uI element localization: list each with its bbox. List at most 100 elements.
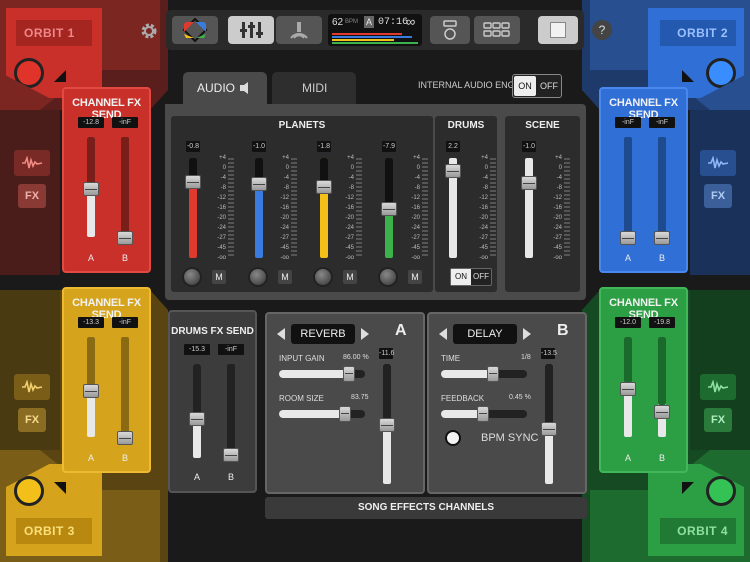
effect-a-p2-knob[interactable] [339, 406, 351, 422]
effect-a-p2-slider[interactable] [279, 406, 365, 422]
orbit-4-toggle[interactable] [706, 476, 736, 506]
orbit-3-toggle[interactable] [14, 476, 44, 506]
orbit-view-button[interactable] [276, 16, 322, 44]
effect-a-prev-icon[interactable] [277, 328, 285, 340]
orbit-4-fx-button[interactable]: FX [704, 408, 732, 432]
effect-b-prev-icon[interactable] [439, 328, 447, 340]
orbit-2-fx-button[interactable]: FX [704, 184, 732, 208]
orbit-4-waveform-button[interactable] [700, 374, 736, 400]
effect-a-p1-slider[interactable] [279, 366, 365, 382]
drums-send-a-fader-upper [193, 364, 201, 416]
scale-tick: -oo [553, 255, 562, 261]
tab-audio[interactable]: AUDIO [183, 72, 267, 104]
planet-2-pan-knob[interactable] [248, 267, 268, 287]
scale-tick: -8 [556, 185, 562, 191]
drums-send-a-label: A [193, 472, 200, 482]
drums-off-option[interactable]: OFF [471, 269, 491, 285]
orbit-4-label: ORBIT 4 [660, 518, 736, 544]
scene-fader[interactable] [525, 158, 533, 258]
scale-tick: -16 [345, 205, 354, 211]
effect-b-p1-slider[interactable] [441, 366, 527, 382]
send-b-fader-knob[interactable] [654, 231, 670, 245]
effect-b-fader-knob[interactable] [541, 422, 557, 436]
mixer-view-button[interactable] [228, 16, 274, 44]
planet-2-mute-button[interactable]: M [278, 270, 292, 284]
planet-2-fader-knob[interactable] [251, 177, 267, 191]
send-a-fader-upper [87, 337, 95, 387]
orbit-3-fx-button[interactable]: FX [18, 408, 46, 432]
send-b-fader[interactable] [121, 137, 129, 237]
effect-b-next-icon[interactable] [523, 328, 531, 340]
orbit-1-waveform-button[interactable] [14, 150, 50, 176]
drums-send-b-fader[interactable] [227, 364, 235, 458]
effect-b-p2-slider[interactable] [441, 406, 527, 422]
send-b-fader-knob[interactable] [117, 431, 133, 445]
effect-a-next-icon[interactable] [361, 328, 369, 340]
send-b-value: -inF [112, 317, 138, 328]
pattern-button[interactable] [430, 16, 470, 44]
planet-3-mute-button[interactable]: M [343, 270, 357, 284]
engine-toggle[interactable]: ON OFF [512, 74, 562, 98]
drums-on-option[interactable]: ON [451, 269, 471, 285]
send-a-fader-knob[interactable] [620, 382, 636, 396]
send-a-fader-knob[interactable] [83, 384, 99, 398]
orbit-1-label: ORBIT 1 [16, 20, 92, 46]
bpm-sync-radio[interactable] [445, 430, 461, 446]
scale-tick: 0 [285, 165, 289, 171]
scale-tick: -24 [345, 225, 354, 231]
logo-button[interactable] [172, 16, 218, 44]
send-a-fader[interactable] [624, 137, 632, 237]
stop-button[interactable] [538, 16, 578, 44]
scene-fader-knob[interactable] [521, 176, 537, 190]
orbit-3-waveform-button[interactable] [14, 374, 50, 400]
orbit-icon [290, 22, 308, 39]
scale-tick: 0 [484, 165, 488, 171]
effect-a-fader-knob[interactable] [379, 418, 395, 432]
engine-off-option[interactable]: OFF [538, 76, 560, 96]
effect-a-letter: A [395, 322, 407, 339]
planet-3-pan-knob[interactable] [313, 267, 333, 287]
channel-fx-send-red: CHANNEL FX SEND -12.8 -inF A B [62, 87, 151, 273]
effect-b-name[interactable]: DELAY [453, 324, 517, 344]
scale-tick: -oo [479, 255, 488, 261]
send-b-fader[interactable] [121, 337, 129, 437]
grid-view-button[interactable] [474, 16, 520, 44]
effect-a-p1-knob[interactable] [343, 366, 355, 382]
planet-1-mute-button[interactable]: M [212, 270, 226, 284]
planet-4-pan-knob[interactable] [378, 267, 398, 287]
effect-b-p2-knob[interactable] [477, 406, 489, 422]
planet-1-pan-knob[interactable] [182, 267, 202, 287]
scale-tick: -8 [482, 185, 488, 191]
send-b-fader-knob[interactable] [654, 405, 670, 419]
send-b-value: -inF [112, 117, 138, 128]
send-b-fader-upper [658, 337, 666, 405]
tab-midi[interactable]: MIDI [272, 72, 356, 104]
scale-tick: -4 [556, 175, 562, 181]
help-button[interactable]: ? [592, 20, 612, 40]
effect-a-name[interactable]: REVERB [291, 324, 355, 344]
scale-tick: -16 [411, 205, 420, 211]
drums-send-b-fader-knob[interactable] [223, 448, 239, 462]
scale-tick: -4 [482, 175, 488, 181]
send-b-fader[interactable] [658, 137, 666, 237]
song-effects-footer-label: SONG EFFECTS CHANNELS [357, 502, 495, 513]
send-a-fader-knob[interactable] [620, 231, 636, 245]
drums-send-a-fader-knob[interactable] [189, 412, 205, 426]
level-meter [564, 158, 570, 258]
send-b-fader-knob[interactable] [117, 231, 133, 245]
planet-4-fader-knob[interactable] [381, 202, 397, 216]
planet-3-fader-knob[interactable] [316, 180, 332, 194]
effect-b-p1-knob[interactable] [487, 366, 499, 382]
planet-4-mute-button[interactable]: M [408, 270, 422, 284]
orbit-2-waveform-button[interactable] [700, 150, 736, 176]
settings-gear-icon[interactable] [138, 20, 160, 42]
scale-tick: -24 [280, 225, 289, 231]
send-a-fader-knob[interactable] [83, 182, 99, 196]
scale-tick: +4 [481, 155, 488, 161]
engine-on-option[interactable]: ON [514, 76, 536, 96]
orbit-1-fx-button[interactable]: FX [18, 184, 46, 208]
drums-on-off-toggle[interactable]: ON OFF [450, 268, 492, 286]
drums-fader-knob[interactable] [445, 164, 461, 178]
orbit-1-corner-icon [54, 70, 66, 82]
planet-1-fader-knob[interactable] [185, 175, 201, 189]
